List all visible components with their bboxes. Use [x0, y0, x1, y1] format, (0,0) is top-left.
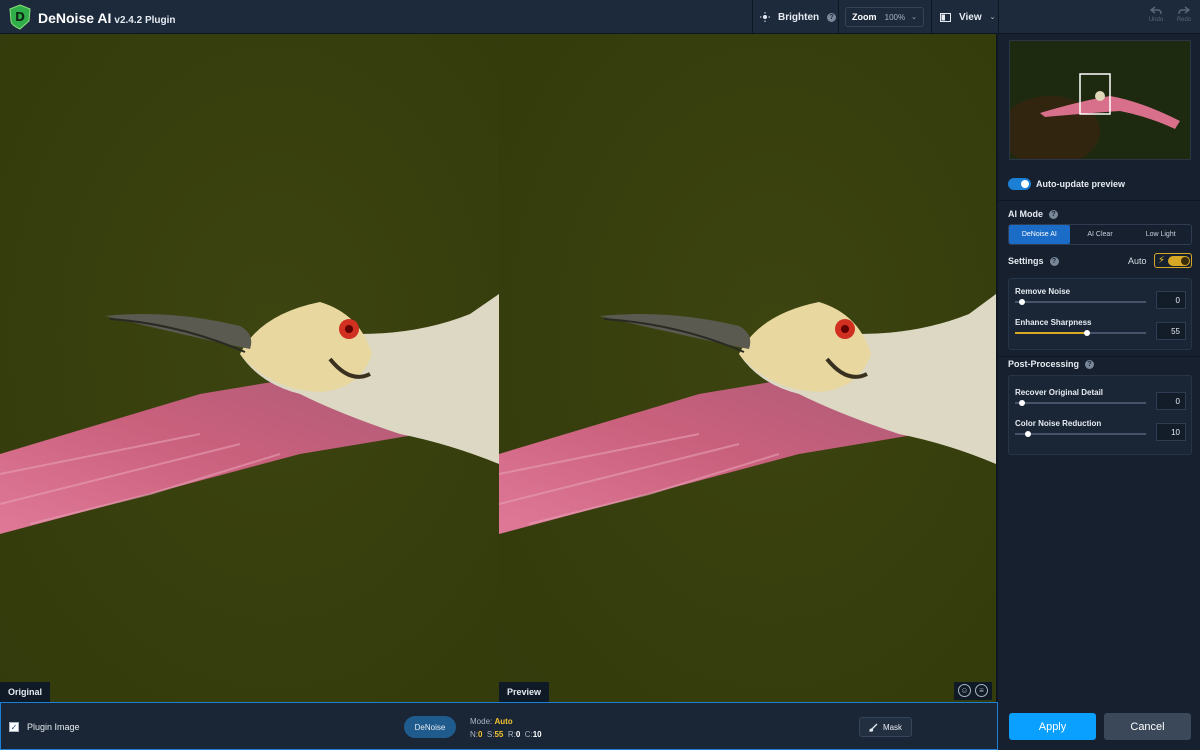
mode-info: Mode: Auto N:0 S:55 R:0 C:10	[470, 715, 542, 741]
zoom-label: Zoom	[852, 12, 877, 22]
help-icon[interactable]: ?	[1049, 209, 1058, 219]
apply-button[interactable]: Apply	[1009, 713, 1096, 740]
original-pane[interactable]: Original	[0, 34, 499, 702]
recover-original-detail-label: Recover Original Detail	[1015, 388, 1104, 397]
enhance-sharpness-slider[interactable]	[1015, 330, 1146, 336]
help-icon[interactable]: ?	[827, 12, 837, 22]
undo-icon	[1150, 6, 1162, 15]
neutral-face-icon[interactable]: ≡	[975, 684, 988, 697]
view-dropdown[interactable]: View ⌄	[940, 0, 995, 34]
redo-button[interactable]: Redo	[1172, 6, 1196, 23]
redo-label: Redo	[1176, 17, 1192, 23]
zoom-value: 100%	[884, 12, 906, 22]
post-processing-heading: Post-Processing ?	[1008, 359, 1095, 369]
n-label: N:	[470, 730, 478, 739]
slider-row: Enhance Sharpness 55	[1009, 314, 1191, 345]
view-label: View	[959, 11, 982, 23]
mask-label: Mask	[882, 722, 903, 732]
logo-icon: D	[9, 4, 31, 30]
color-noise-reduction-slider[interactable]	[1015, 431, 1146, 437]
chevron-down-icon: ⌄	[911, 14, 917, 21]
enhance-sharpness-slider-handle[interactable]	[1084, 330, 1091, 336]
c-value: 10	[532, 730, 542, 739]
settings-sidebar: Auto-update preview AI Mode ? DeNoise AI…	[996, 34, 1200, 750]
enhance-sharpness-value-field[interactable]: 55	[1156, 322, 1186, 340]
r-value: 0	[515, 730, 521, 739]
auto-update-toggle[interactable]	[1008, 178, 1031, 190]
app-header: D DeNoise AI v2.4.2 Plugin Brighten ? Zoo…	[0, 0, 1200, 34]
app-version: v2.4.2 Plugin	[114, 15, 176, 26]
recover-original-detail-value-field[interactable]: 0	[1156, 392, 1186, 410]
original-label: Original	[0, 682, 51, 702]
preview-pane[interactable]: Preview ☺ ≡	[499, 34, 996, 702]
lightning-icon: ⚡	[1158, 255, 1166, 266]
navigator-thumbnail[interactable]	[1009, 40, 1191, 160]
navigator-image	[1010, 41, 1190, 159]
ai-mode-denoise-ai[interactable]: DeNoise AI	[1009, 225, 1070, 244]
auto-update-toggle-row[interactable]: Auto-update preview	[1008, 178, 1125, 190]
enhance-sharpness-label: Enhance Sharpness	[1015, 318, 1092, 327]
remove-noise-slider[interactable]	[1015, 299, 1146, 305]
ai-mode-selector[interactable]: DeNoise AI AI Clear Low Light	[1008, 224, 1192, 245]
settings-label: Settings	[1008, 256, 1044, 266]
plugin-image-label: Plugin Image	[27, 722, 80, 732]
denoise-badge[interactable]: DeNoise	[404, 716, 456, 738]
post-processing-card: Recover Original Detail 0 Color Noise Redu…	[1008, 375, 1192, 455]
mode-value: Auto	[494, 717, 513, 726]
auto-update-label: Auto-update preview	[1036, 179, 1126, 189]
chevron-down-icon: ⌄	[989, 14, 996, 21]
post-processing-label: Post-Processing	[1008, 359, 1080, 369]
recover-original-detail-slider[interactable]	[1015, 400, 1146, 406]
sun-icon	[760, 12, 770, 22]
auto-label: Auto	[1128, 256, 1147, 266]
help-icon[interactable]: ?	[1049, 256, 1059, 266]
recover-original-detail-slider-handle[interactable]	[1018, 400, 1025, 406]
split-view-icon	[940, 12, 951, 22]
cancel-button[interactable]: Cancel	[1104, 713, 1191, 740]
color-noise-reduction-value-field[interactable]: 10	[1156, 423, 1186, 441]
zoom-dropdown[interactable]: Zoom 100% ⌄	[845, 7, 924, 27]
brush-icon	[869, 723, 878, 732]
rating-icons: ☺ ≡	[954, 682, 992, 700]
auto-settings-toggle[interactable]: ⚡	[1154, 253, 1192, 268]
s-value: 55	[494, 730, 504, 739]
svg-text:D: D	[15, 10, 25, 24]
n-value: 0	[478, 730, 483, 739]
settings-heading: Settings ?	[1008, 256, 1059, 266]
remove-noise-label: Remove Noise	[1015, 287, 1071, 296]
smile-icon[interactable]: ☺	[958, 684, 971, 697]
ai-mode-label: AI Mode	[1008, 209, 1043, 219]
app-name: DeNoise AI	[38, 10, 112, 26]
slider-row: Remove Noise 0	[1009, 283, 1191, 314]
color-noise-reduction-slider-handle[interactable]	[1025, 431, 1032, 437]
image-footer-bar: ✓ Plugin Image DeNoise Mode: Auto N:0 S:…	[0, 702, 998, 750]
preview-label: Preview	[499, 682, 550, 702]
brighten-button[interactable]: Brighten ?	[760, 0, 837, 34]
original-image	[0, 34, 499, 702]
enhance-sharpness-slider-fill	[1015, 332, 1088, 334]
app-title: DeNoise AI v2.4.2 Plugin	[38, 10, 176, 26]
undo-button[interactable]: Undo	[1144, 6, 1168, 23]
color-noise-reduction-label: Color Noise Reduction	[1015, 419, 1102, 428]
remove-noise-slider-handle[interactable]	[1018, 299, 1025, 305]
remove-noise-value-field[interactable]: 0	[1156, 291, 1186, 309]
ai-mode-low-light[interactable]: Low Light	[1130, 225, 1191, 244]
slider-row: Color Noise Reduction 10	[1009, 415, 1191, 446]
settings-card: Remove Noise 0 Enhance Sharpness 55	[1008, 278, 1192, 350]
brighten-label: Brighten	[778, 11, 820, 23]
mask-button[interactable]: Mask	[859, 717, 912, 737]
ai-mode-heading: AI Mode ?	[1008, 209, 1058, 219]
help-icon[interactable]: ?	[1085, 359, 1095, 369]
undo-label: Undo	[1148, 17, 1164, 23]
ai-mode-ai-clear[interactable]: AI Clear	[1070, 225, 1131, 244]
c-label: C:	[524, 730, 533, 739]
r-label: R:	[507, 730, 516, 739]
plugin-image-checkbox[interactable]: ✓	[9, 722, 19, 732]
preview-image	[499, 34, 996, 702]
mode-label: Mode:	[470, 717, 493, 726]
slider-row: Recover Original Detail 0	[1009, 384, 1191, 415]
redo-icon	[1178, 6, 1190, 15]
auto-toggle-switch[interactable]	[1168, 255, 1191, 266]
